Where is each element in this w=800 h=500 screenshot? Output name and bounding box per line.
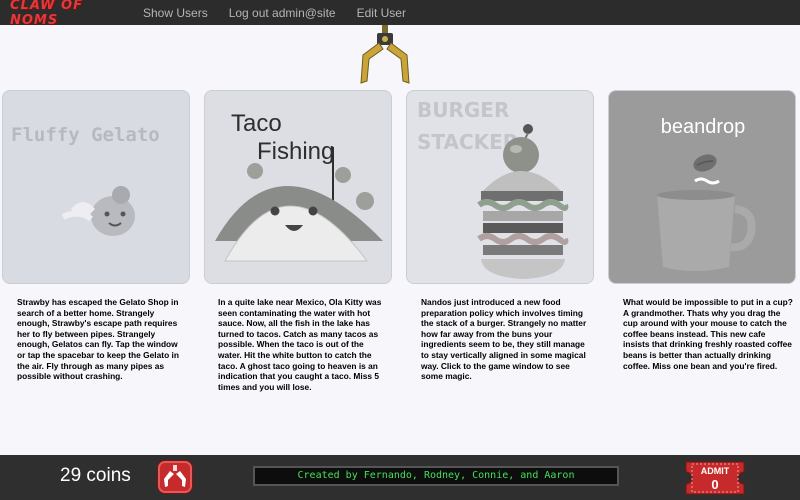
game-card-taco-fishing[interactable]: Taco Fishing xyxy=(204,90,392,284)
top-navbar: CLAW OF NOMS Show Users Log out admin@si… xyxy=(0,0,800,28)
ticket-count: 0 xyxy=(711,477,718,492)
game-card-burger-stacker[interactable]: BURGER STACKER xyxy=(406,90,594,284)
game-description: What would be impossible to put in a cup… xyxy=(623,297,793,371)
ticket-label: ADMIT xyxy=(701,466,730,476)
nav-log-out[interactable]: Log out admin@site xyxy=(229,6,336,20)
credits-marquee: Created by Fernando, Rodney, Connie, and… xyxy=(253,466,619,486)
game-title: Fluffy Gelato xyxy=(11,124,160,146)
game-card-fluffy-gelato[interactable]: Fluffy Gelato xyxy=(2,90,190,284)
game-title-line2: Fishing xyxy=(257,138,334,165)
nav-show-users[interactable]: Show Users xyxy=(143,6,208,20)
game-description: Nandos just introduced a new food prepar… xyxy=(421,297,587,382)
game-title: beandrop xyxy=(661,116,746,138)
coin-count: 29 coins xyxy=(60,465,131,486)
claw-icon xyxy=(360,25,410,84)
game-title-line1: BURGER xyxy=(417,98,509,122)
brand-logo[interactable]: CLAW OF NOMS xyxy=(10,0,128,28)
claw-button-icon xyxy=(164,465,186,487)
game-description: Strawby has escaped the Gelato Shop in s… xyxy=(17,297,179,382)
nav-edit-user[interactable]: Edit User xyxy=(357,6,406,20)
game-card-beandrop[interactable]: beandrop xyxy=(608,90,796,284)
claw-button[interactable] xyxy=(158,461,192,493)
game-title-line1: Taco xyxy=(231,110,282,137)
game-title-line2: STACKER xyxy=(417,130,518,154)
game-description: In a quite lake near Mexico, Ola Kitty w… xyxy=(218,297,382,392)
admit-ticket-icon[interactable]: ADMIT 0 xyxy=(684,460,746,496)
